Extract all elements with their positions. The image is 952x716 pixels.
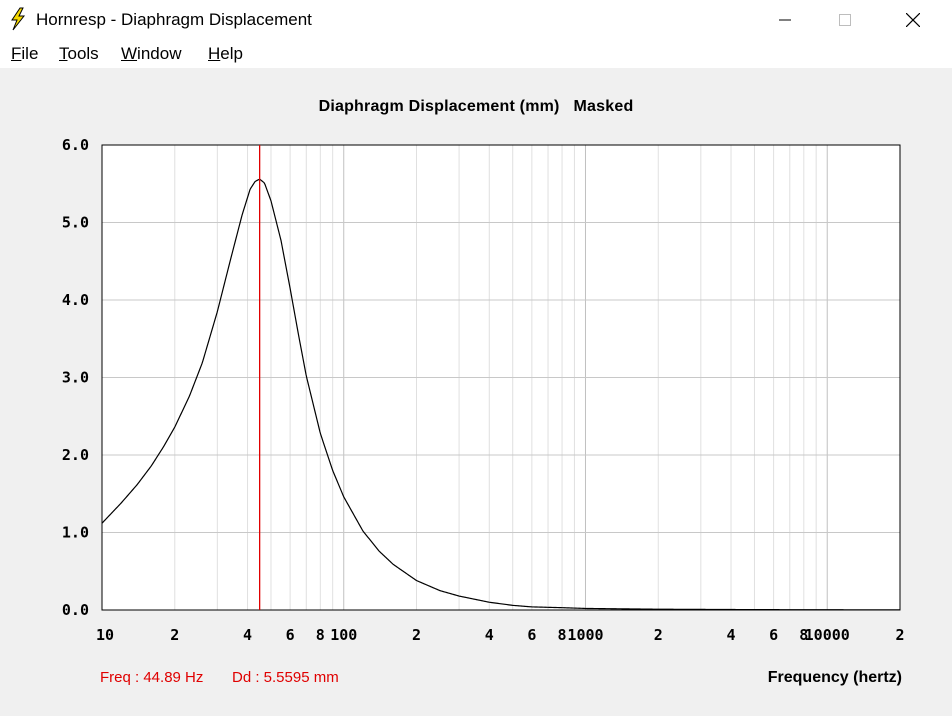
- x-tick-label: 2: [895, 626, 904, 644]
- y-tick-label: 6.0: [62, 136, 89, 154]
- y-tick-label: 0.0: [62, 601, 89, 619]
- x-tick-label: 2: [654, 626, 663, 644]
- x-tick-label: 100: [330, 626, 357, 644]
- x-tick-label: 2: [170, 626, 179, 644]
- x-tick-label: 8: [316, 626, 325, 644]
- x-tick-label: 10000: [805, 626, 850, 644]
- x-tick-label: 4: [727, 626, 736, 644]
- y-tick-label: 4.0: [62, 291, 89, 309]
- status-displacement: Dd : 5.5595 mm: [232, 669, 339, 686]
- x-axis-label: Frequency (hertz): [767, 669, 902, 686]
- x-tick-label: 6: [769, 626, 778, 644]
- x-tick-label: 4: [243, 626, 252, 644]
- y-tick-label: 5.0: [62, 214, 89, 232]
- displacement-chart[interactable]: 0.01.02.03.04.05.06.010 2 4 6 8 100 2 4 6 8 1000 2 4…: [0, 0, 952, 716]
- x-tick-label: 1000: [567, 626, 603, 644]
- y-tick-label: 1.0: [62, 524, 89, 542]
- x-tick-label: 8: [558, 626, 567, 644]
- status-frequency: Freq : 44.89 Hz: [100, 669, 204, 686]
- y-tick-label: 2.0: [62, 446, 89, 464]
- x-tick-label: 4: [485, 626, 494, 644]
- x-tick-label: 10: [96, 626, 114, 644]
- x-tick-label: 6: [527, 626, 536, 644]
- x-tick-label: 2: [412, 626, 421, 644]
- y-tick-label: 3.0: [62, 369, 89, 387]
- x-tick-label: 6: [286, 626, 295, 644]
